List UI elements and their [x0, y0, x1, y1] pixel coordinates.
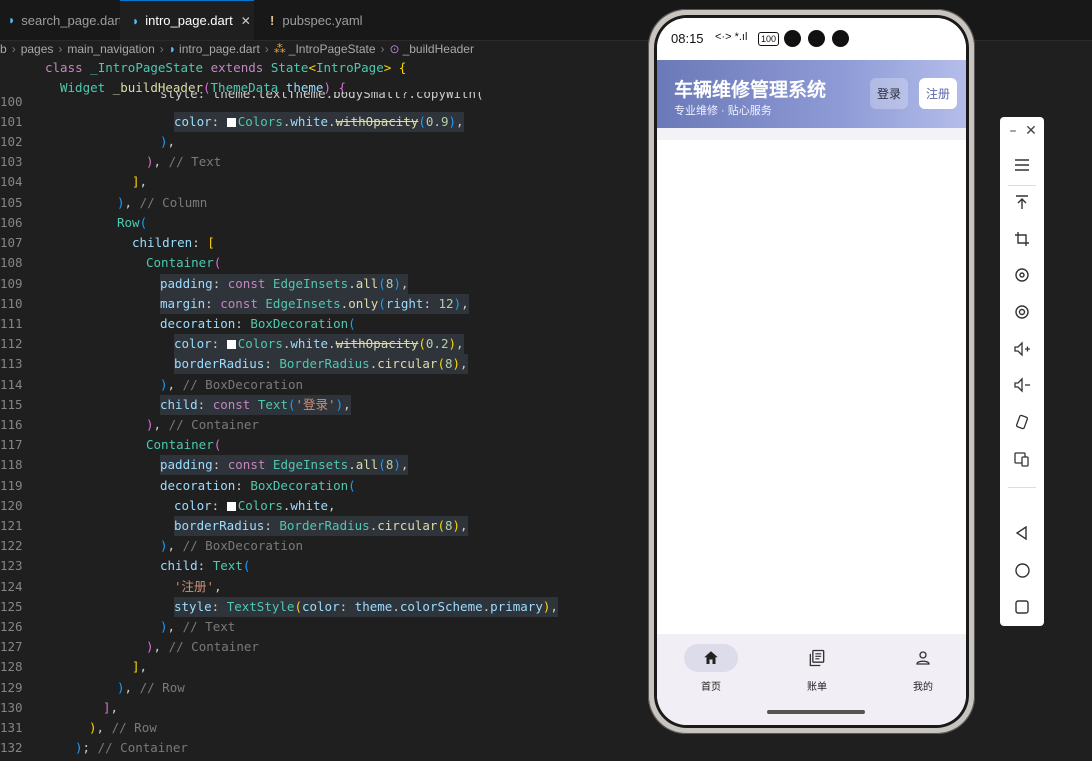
tab-search-page[interactable]: ◗ search_page.dart: [0, 0, 122, 40]
breadcrumb-item[interactable]: _IntroPageState: [289, 42, 376, 56]
emulator-toolbar: – ✕: [1000, 117, 1044, 626]
dart-file-icon: ◗: [132, 13, 140, 28]
phone-screen[interactable]: 08:15 <·> *.ıl 100 车辆维修管理系统 专业维修 · 贴心服务 …: [657, 18, 966, 725]
code-line[interactable]: 126), // Text: [0, 617, 640, 637]
breadcrumb: b › pages › main_navigation › ◗ intro_page.d…: [0, 42, 474, 56]
menu-icon[interactable]: [1000, 153, 1044, 177]
status-bar: 08:15 <·> *.ıl 100: [657, 18, 966, 60]
camera-cutout: [784, 30, 801, 47]
code-line[interactable]: 129), // Row: [0, 678, 640, 698]
code-line[interactable]: 108 Container(: [0, 253, 640, 273]
login-button[interactable]: 登录: [870, 78, 908, 109]
code-line[interactable]: 100 style: theme.textTheme.bodySmall?.cop…: [0, 92, 640, 112]
person-icon: [896, 644, 950, 672]
breadcrumb-item[interactable]: main_navigation: [67, 42, 154, 56]
code-line[interactable]: 111 decoration: BoxDecoration(: [0, 314, 640, 334]
phone-emulator: 08:15 <·> *.ıl 100 车辆维修管理系统 专业维修 · 贴心服务 …: [648, 9, 975, 734]
code-line[interactable]: 104],: [0, 172, 640, 192]
breadcrumb-item[interactable]: intro_page.dart: [179, 42, 260, 56]
app-title: 车辆维修管理系统: [674, 80, 827, 101]
camera-cutout: [808, 30, 825, 47]
content-divider: [657, 128, 966, 140]
tab-intro-page[interactable]: ◗ intro_page.dart ✕: [120, 0, 254, 40]
network-icon: <·> *.ıl: [715, 31, 748, 43]
code-line[interactable]: 107 children: [: [0, 233, 640, 253]
code-line[interactable]: 113 borderRadius: BorderRadius.circular(8…: [0, 354, 640, 375]
code-line[interactable]: 117 Container(: [0, 435, 640, 455]
bill-icon: [790, 644, 844, 672]
nav-item-me[interactable]: 我的: [883, 644, 963, 704]
page-content[interactable]: [657, 140, 966, 634]
app-subtitle: 专业维修 · 贴心服务: [674, 105, 772, 117]
nav-item-bill[interactable]: 账单: [777, 644, 857, 704]
overview-icon[interactable]: [1000, 595, 1044, 619]
volume-down-icon[interactable]: [1000, 373, 1044, 397]
home-circle-icon[interactable]: [1000, 558, 1044, 582]
rotate-device-icon[interactable]: [1000, 410, 1044, 434]
code-line[interactable]: 105), // Column: [0, 193, 640, 213]
code-line[interactable]: 110 margin: const EdgeInsets.only(right: …: [0, 294, 640, 315]
volume-up-icon[interactable]: [1000, 337, 1044, 361]
code-line[interactable]: 119 decoration: BoxDecoration(: [0, 476, 640, 496]
app-header: 车辆维修管理系统 专业维修 · 贴心服务 登录 注册: [657, 60, 966, 128]
camera-cutout: [832, 30, 849, 47]
multi-screen-icon[interactable]: [1000, 447, 1044, 471]
home-icon: [684, 644, 738, 672]
close-icon[interactable]: ✕: [1021, 121, 1041, 141]
register-button[interactable]: 注册: [919, 78, 957, 109]
dart-file-icon: ◗: [168, 42, 177, 56]
code-line[interactable]: 109 padding: const EdgeInsets.all(8),: [0, 274, 640, 295]
code-line[interactable]: 121 borderRadius: BorderRadius.circular(8…: [0, 516, 640, 537]
code-line[interactable]: 128],: [0, 657, 640, 677]
method-icon: ⊙: [389, 42, 400, 56]
code-line[interactable]: 115 child: const Text('登录'),: [0, 395, 640, 416]
code-area[interactable]: 100 style: theme.textTheme.bodySmall?.cop…: [0, 92, 640, 761]
nav-item-home[interactable]: 首页: [671, 644, 751, 704]
pin-top-icon[interactable]: [1000, 190, 1044, 214]
code-line[interactable]: 112 color: Colors.white.withOpacity(0.2),: [0, 334, 640, 355]
code-line[interactable]: 101 color: Colors.white.withOpacity(0.9),: [0, 112, 640, 133]
rotate-icon[interactable]: [1000, 263, 1044, 287]
code-line[interactable]: 114), // BoxDecoration: [0, 375, 640, 395]
close-tab-icon[interactable]: ✕: [241, 14, 251, 28]
class-icon: ⁂: [273, 42, 286, 56]
minimize-icon[interactable]: –: [1003, 121, 1023, 141]
home-indicator[interactable]: [767, 710, 865, 714]
screenshot-icon[interactable]: [1000, 300, 1044, 324]
code-line[interactable]: 106 Row(: [0, 213, 640, 233]
code-line[interactable]: 120 color: Colors.white,: [0, 496, 640, 516]
code-line[interactable]: 124 '注册',: [0, 577, 640, 597]
back-icon[interactable]: [1000, 521, 1044, 545]
breadcrumb-item[interactable]: pages: [21, 42, 54, 56]
phone-bezel: 08:15 <·> *.ıl 100 车辆维修管理系统 专业维修 · 贴心服务 …: [654, 15, 969, 728]
code-line[interactable]: 132); // Container: [0, 738, 640, 758]
code-line[interactable]: 130],: [0, 698, 640, 718]
code-line[interactable]: 125 style: TextStyle(color: theme.colorSc…: [0, 597, 640, 618]
code-line[interactable]: 103), // Text: [0, 152, 640, 172]
code-line[interactable]: 127), // Container: [0, 637, 640, 657]
code-line[interactable]: 102),: [0, 132, 640, 152]
dart-file-icon: ◗: [8, 13, 16, 27]
code-line[interactable]: 118 padding: const EdgeInsets.all(8),: [0, 455, 640, 476]
breadcrumb-item[interactable]: _buildHeader: [403, 42, 474, 56]
yaml-file-icon: !: [270, 12, 275, 28]
breadcrumb-item[interactable]: b: [0, 42, 7, 56]
crop-icon[interactable]: [1000, 227, 1044, 251]
status-time: 08:15: [671, 31, 704, 46]
battery-icon: 100: [758, 32, 780, 46]
code-line[interactable]: 123 child: Text(: [0, 556, 640, 576]
tab-pubspec[interactable]: ! pubspec.yaml: [254, 0, 374, 40]
code-line[interactable]: 116), // Container: [0, 415, 640, 435]
code-line[interactable]: 131), // Row: [0, 718, 640, 738]
code-line[interactable]: 122), // BoxDecoration: [0, 536, 640, 556]
